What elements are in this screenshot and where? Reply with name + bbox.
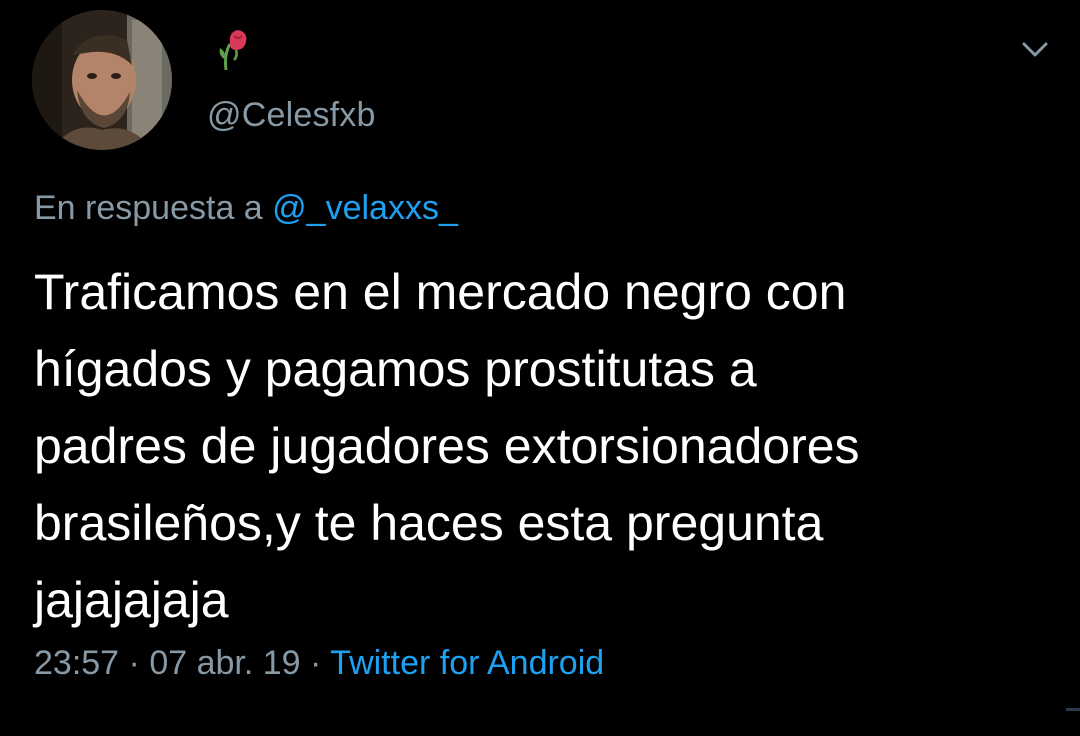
avatar-photo xyxy=(32,10,172,150)
reply-prefix: En respuesta a xyxy=(34,189,273,227)
user-handle[interactable]: @Celesfxb xyxy=(207,96,376,135)
divider xyxy=(1066,708,1080,711)
reply-mention-link[interactable]: @_velaxxs_ xyxy=(272,189,458,227)
wilted-rose-icon xyxy=(216,26,250,74)
tweet-time: 23:57 xyxy=(34,644,120,682)
tweet-metadata: 23:57 · 07 abr. 19 · Twitter for Android xyxy=(34,644,604,683)
avatar[interactable] xyxy=(32,10,172,150)
tweet-text: Traficamos en el mercado negro con hígad… xyxy=(34,264,860,628)
tweet-date: 07 abr. 19 xyxy=(149,644,301,682)
meta-separator: · xyxy=(119,644,150,682)
reply-context: En respuesta a @_velaxxs_ xyxy=(34,189,458,228)
meta-separator: · xyxy=(300,644,331,682)
tweet: @Celesfxb En respuesta a @_velaxxs_ Traf… xyxy=(0,0,1080,736)
chevron-down-icon[interactable] xyxy=(1018,36,1052,62)
tweet-source-link[interactable]: Twitter for Android xyxy=(330,644,604,682)
